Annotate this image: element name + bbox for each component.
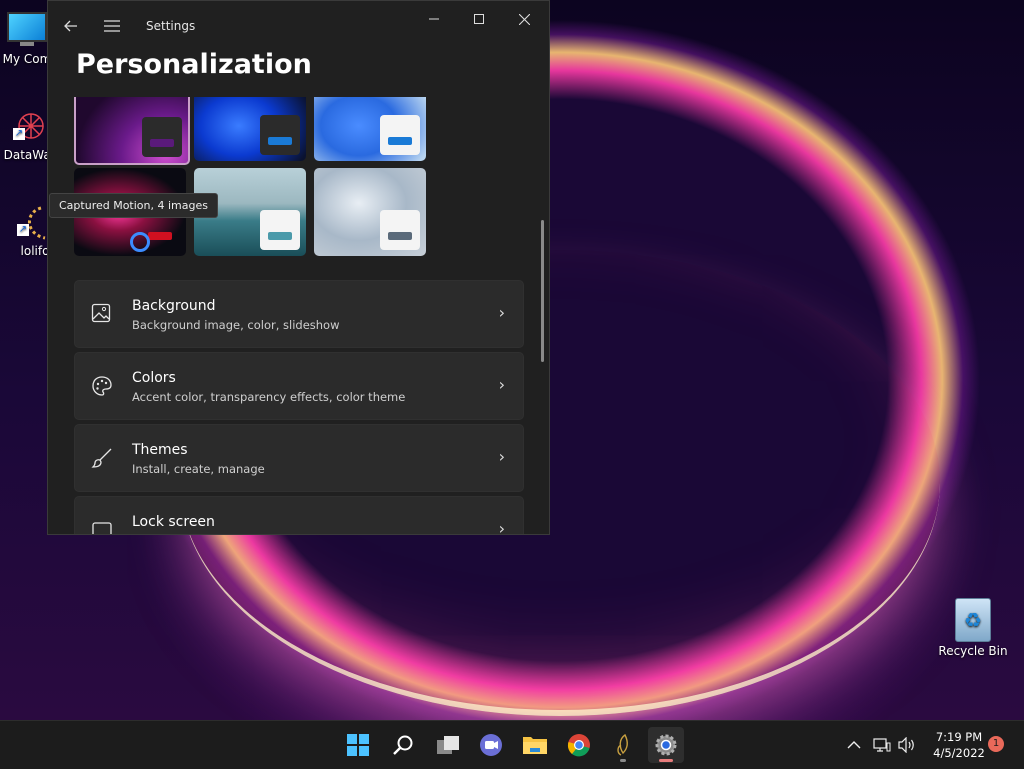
chevron-right-icon: › bbox=[498, 447, 505, 466]
setting-card-colors[interactable]: Colors Accent color, transparency effect… bbox=[74, 352, 524, 420]
recycle-bin-icon: ♻ bbox=[955, 598, 991, 642]
hamburger-menu-icon[interactable] bbox=[97, 11, 127, 41]
setting-subtitle: Background image, color, slideshow bbox=[132, 318, 340, 332]
theme-accent-swatch bbox=[150, 139, 174, 147]
setting-card-lock-screen[interactable]: Lock screen › bbox=[74, 496, 524, 534]
lock-screen-icon bbox=[91, 519, 113, 534]
taskbar: 7:19 PM 4/5/2022 bbox=[0, 720, 1024, 769]
chevron-right-icon: › bbox=[498, 375, 505, 394]
setting-title: Lock screen bbox=[132, 514, 215, 530]
title-bar: Settings bbox=[48, 1, 549, 49]
back-arrow-icon[interactable] bbox=[56, 11, 86, 41]
setting-card-themes[interactable]: Themes Install, create, manage › bbox=[74, 424, 524, 492]
page-title: Personalization bbox=[76, 49, 312, 80]
theme-thumbnail[interactable] bbox=[314, 97, 426, 161]
loading-ring-icon bbox=[130, 232, 150, 252]
settings-icon[interactable] bbox=[648, 727, 684, 763]
setting-subtitle: Install, create, manage bbox=[132, 462, 265, 476]
minimize-button[interactable] bbox=[412, 7, 456, 31]
maximize-button[interactable] bbox=[457, 7, 501, 31]
chat-icon[interactable] bbox=[473, 727, 509, 763]
clock[interactable]: 7:19 PM 4/5/2022 bbox=[928, 729, 990, 761]
desktop-icon-recycle-bin[interactable]: ♻ Recycle Bin bbox=[938, 598, 1008, 658]
monitor-icon bbox=[7, 12, 47, 48]
notification-badge[interactable]: 1 bbox=[988, 736, 1004, 752]
app-icon[interactable] bbox=[605, 727, 641, 763]
chevron-right-icon: › bbox=[498, 303, 505, 322]
theme-thumbnail[interactable] bbox=[314, 168, 426, 256]
setting-title: Colors bbox=[132, 370, 176, 386]
close-button[interactable] bbox=[502, 7, 546, 31]
scrollbar-thumb[interactable] bbox=[541, 220, 544, 362]
search-icon[interactable] bbox=[385, 727, 421, 763]
network-icon[interactable] bbox=[868, 727, 896, 763]
volume-icon[interactable] bbox=[893, 727, 921, 763]
clock-time: 7:19 PM bbox=[935, 730, 983, 744]
theme-thumbnail[interactable] bbox=[194, 97, 306, 161]
start-icon[interactable] bbox=[340, 727, 376, 763]
clock-date: 4/5/2022 bbox=[933, 746, 985, 760]
desktop-icon-label: lolifo bbox=[20, 244, 50, 258]
setting-subtitle: Accent color, transparency effects, colo… bbox=[132, 390, 406, 404]
shortcut-arrow-icon: ↗ bbox=[13, 128, 25, 140]
setting-title: Themes bbox=[132, 442, 188, 458]
setting-card-background[interactable]: Background Background image, color, slid… bbox=[74, 280, 524, 348]
brush-icon bbox=[91, 447, 113, 469]
chevron-up-icon[interactable] bbox=[840, 727, 868, 763]
picture-icon bbox=[91, 303, 113, 325]
palette-icon bbox=[91, 375, 113, 397]
settings-content: Background Background image, color, slid… bbox=[74, 97, 524, 534]
desktop-icon-label: Recycle Bin bbox=[938, 644, 1008, 658]
file-explorer-icon[interactable] bbox=[517, 727, 553, 763]
chrome-icon[interactable] bbox=[561, 727, 597, 763]
window-title: Settings bbox=[146, 19, 196, 33]
theme-thumbnail[interactable] bbox=[74, 97, 190, 165]
setting-title: Background bbox=[132, 298, 216, 314]
desktop-icon-label: My Com bbox=[2, 52, 52, 66]
chevron-right-icon: › bbox=[498, 519, 505, 534]
settings-window: Settings Personalization Background Back… bbox=[47, 0, 550, 535]
shortcut-arrow-icon: ↗ bbox=[17, 224, 29, 236]
task-view-icon[interactable] bbox=[430, 727, 466, 763]
datawag-icon: ↗ bbox=[11, 108, 51, 144]
tooltip: Captured Motion, 4 images bbox=[49, 193, 218, 218]
